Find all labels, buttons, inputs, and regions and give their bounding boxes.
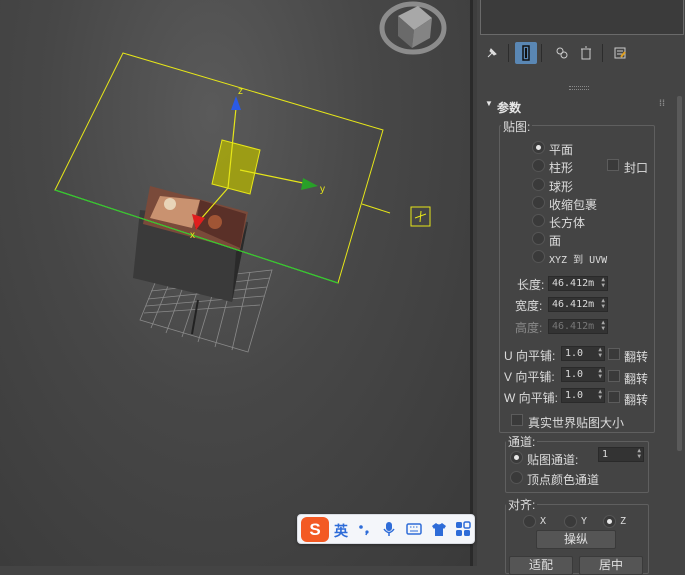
gizmo-handle-icon (410, 206, 431, 227)
w-tile-label: W 向平铺: (504, 391, 558, 405)
v-tile-label: V 向平铺: (504, 370, 555, 384)
radio-cylindrical[interactable] (532, 159, 545, 172)
manipulate-button[interactable]: 操纵 (536, 530, 616, 549)
length-label: 长度: (517, 278, 545, 292)
v-flip-checkbox[interactable] (608, 370, 620, 382)
radio-cylindrical-label: 柱形 (549, 161, 574, 175)
real-world-size-checkbox[interactable] (511, 414, 523, 426)
trash-icon (581, 46, 591, 60)
scene-canvas[interactable]: z y x (0, 0, 470, 566)
map-channel-spinner[interactable]: 1 ▲ ▼ (598, 447, 644, 462)
configure-icon (614, 47, 626, 59)
show-end-result-button[interactable] (515, 42, 537, 64)
pin-stack-button[interactable] (481, 42, 503, 64)
v-flip-label: 翻转 (624, 372, 649, 386)
grip-icon: ⁞⁞ (659, 98, 665, 108)
box-object (133, 186, 248, 302)
u-tile-label: U 向平铺: (504, 349, 556, 363)
cap-checkbox[interactable] (607, 159, 619, 171)
v-tile-spinner[interactable]: 1.0 ▲ ▼ (561, 367, 605, 382)
radio-align-z[interactable] (603, 515, 616, 528)
align-y-label: Y (581, 516, 588, 527)
map-channel-label: 贴图通道: (527, 453, 579, 467)
panel-scrollbar[interactable] (677, 96, 682, 451)
radio-align-x[interactable] (523, 515, 536, 528)
radio-align-y[interactable] (564, 515, 577, 528)
x-axis-label: x (190, 230, 195, 241)
panel-splitter[interactable] (569, 86, 589, 90)
radio-planar-label: 平面 (549, 143, 574, 157)
u-flip-checkbox[interactable] (608, 348, 620, 360)
collapse-arrow-icon: ▼ (485, 99, 493, 108)
width-spinner[interactable]: 46.412m ▲ ▼ (548, 297, 608, 312)
modifier-stack-list[interactable] (480, 0, 684, 35)
align-x-label: X (540, 516, 547, 527)
pin-icon (487, 48, 497, 58)
punctuation-icon[interactable] (356, 521, 372, 537)
z-axis-arrow (231, 96, 241, 110)
radio-shrink-wrap[interactable] (532, 196, 545, 209)
align-z-label: Z (620, 516, 627, 527)
w-flip-checkbox[interactable] (608, 391, 620, 403)
radio-face-label: 面 (549, 234, 562, 248)
w-tile-spinner[interactable]: 1.0 ▲ ▼ (561, 388, 605, 403)
w-flip-label: 翻转 (624, 393, 649, 407)
radio-vertex-color-channel[interactable] (510, 471, 523, 484)
sogou-logo[interactable]: S (301, 517, 329, 542)
y-axis-arrow (301, 178, 318, 190)
radio-face[interactable] (532, 232, 545, 245)
radio-xyz-to-uvw[interactable] (532, 250, 545, 263)
parameters-rollout-header[interactable]: ▼ 参数 ⁞⁞ (481, 97, 675, 115)
radio-xyz-to-uvw-label: XYZ 到 UVW (549, 255, 608, 266)
height-label: 高度: (515, 321, 543, 335)
height-spinner: 46.412m ▲ ▼ (548, 319, 608, 334)
cap-label: 封口 (624, 161, 649, 175)
command-panel: ▼ 参数 ⁞⁞ 贴图: 平面 柱形 封口 球形 收缩包裹 长方体 面 XYZ 到… (477, 0, 685, 575)
end-result-icon (522, 45, 530, 61)
radio-spherical[interactable] (532, 178, 545, 191)
toolbox-icon[interactable] (455, 521, 471, 537)
radio-box-label: 长方体 (549, 216, 586, 230)
make-unique-button[interactable] (551, 42, 573, 64)
channel-group-label: 通道: (506, 433, 538, 450)
rollout-title: 参数 (497, 101, 522, 115)
remove-modifier-button[interactable] (575, 42, 597, 64)
radio-box[interactable] (532, 214, 545, 227)
alignment-group-label: 对齐: (506, 496, 538, 513)
viewport-perspective[interactable]: z y x (0, 0, 470, 566)
u-tile-spinner[interactable]: 1.0 ▲ ▼ (561, 346, 605, 361)
ime-language-toggle[interactable]: 英 (334, 521, 348, 541)
keyboard-icon[interactable] (406, 521, 422, 537)
make-unique-icon (556, 47, 568, 59)
configure-modifier-sets-button[interactable] (609, 42, 631, 64)
radio-shrink-wrap-label: 收缩包裹 (549, 198, 598, 212)
microphone-icon[interactable] (381, 521, 397, 537)
radio-planar[interactable] (532, 141, 545, 154)
ime-toolbar[interactable]: S 英 (297, 514, 475, 544)
width-label: 宽度: (515, 299, 543, 313)
mapping-group-label: 贴图: (501, 118, 533, 135)
vertex-color-channel-label: 顶点颜色通道 (527, 473, 600, 487)
u-flip-label: 翻转 (624, 350, 649, 364)
y-axis-label: y (320, 184, 325, 195)
length-spinner[interactable]: 46.412m ▲ ▼ (548, 276, 608, 291)
radio-map-channel[interactable] (510, 451, 523, 464)
viewcube-icon (379, 1, 447, 55)
stack-toolbar (477, 40, 685, 66)
radio-spherical-label: 球形 (549, 180, 574, 194)
real-world-size-label: 真实世界贴图大小 (528, 416, 625, 430)
z-axis-label: z (238, 86, 243, 97)
skin-icon[interactable] (431, 521, 447, 537)
